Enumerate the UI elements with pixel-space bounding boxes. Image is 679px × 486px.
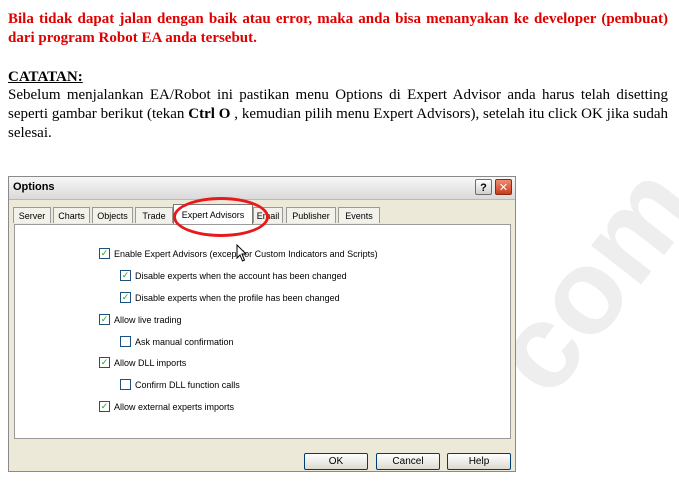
help-button[interactable]: Help (447, 453, 511, 470)
tab-server[interactable]: Server (13, 207, 51, 223)
note-paragraph: Sebelum menjalankan EA/Robot ini pastika… (8, 86, 668, 143)
checkbox-ask-manual-confirmation[interactable] (120, 336, 131, 347)
help-icon[interactable]: ? (475, 179, 492, 195)
close-icon[interactable]: ✕ (495, 179, 512, 195)
tab-publisher[interactable]: Publisher (286, 207, 336, 223)
ok-button[interactable]: OK (304, 453, 368, 470)
tab-objects[interactable]: Objects (92, 207, 133, 223)
option-label: Disable experts when the account has bee… (135, 271, 347, 281)
options-dialog: Options ? ✕ Server Charts Objects Trade … (8, 176, 516, 472)
checkbox-disable-profile-change[interactable]: ✓ (120, 292, 131, 303)
warning-paragraph: Bila tidak dapat jalan dengan baik atau … (8, 11, 668, 46)
tab-events[interactable]: Events (338, 207, 380, 223)
shortcut-key: Ctrl O (188, 106, 231, 122)
mouse-cursor-icon (236, 244, 248, 262)
checkbox-allow-external-imports[interactable]: ✓ (99, 401, 110, 412)
option-label: Allow live trading (114, 315, 182, 325)
dialog-title: Options (13, 181, 55, 193)
expert-advisors-panel: ✓ Enable Expert Advisors (except for Cus… (14, 224, 511, 439)
dialog-titlebar: Options ? ✕ (9, 177, 515, 200)
tab-expert-advisors[interactable]: Expert Advisors (173, 204, 253, 224)
option-label: Ask manual confirmation (135, 337, 234, 347)
checkbox-allow-live-trading[interactable]: ✓ (99, 314, 110, 325)
checkbox-confirm-dll-calls[interactable] (120, 379, 131, 390)
cancel-button[interactable]: Cancel (376, 453, 440, 470)
document-text: Bila tidak dapat jalan dengan baik atau … (8, 10, 668, 143)
option-label: Confirm DLL function calls (135, 380, 240, 390)
note-title: CATATAN: (8, 69, 83, 85)
option-label: Disable experts when the profile has bee… (135, 293, 340, 303)
checkbox-disable-account-change[interactable]: ✓ (120, 270, 131, 281)
tab-charts[interactable]: Charts (53, 207, 90, 223)
option-label: Allow DLL imports (114, 358, 187, 368)
checkbox-enable-experts[interactable]: ✓ (99, 248, 110, 259)
tab-email[interactable]: Email (253, 207, 283, 223)
tab-trade[interactable]: Trade (135, 207, 173, 223)
checkbox-allow-dll-imports[interactable]: ✓ (99, 357, 110, 368)
option-label: Allow external experts imports (114, 402, 235, 412)
